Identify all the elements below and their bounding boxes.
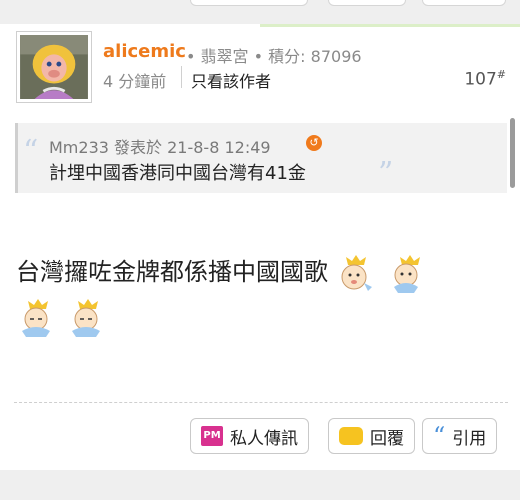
baby-crown-icon	[16, 297, 60, 337]
reply-label: 回覆	[370, 428, 404, 449]
quote-close-icon: ”	[378, 156, 394, 191]
post-content: 台灣攞咗金牌都係播中國國歌	[16, 250, 506, 338]
reply-button[interactable]: 回覆	[328, 418, 415, 454]
prev-reply-button-stub[interactable]	[328, 0, 406, 6]
quote-button[interactable]: “ 引用	[422, 418, 498, 454]
post-text: 台灣攞咗金牌都係播中國國歌	[16, 258, 328, 286]
pm-label: 私人傳訊	[230, 428, 298, 449]
points-value: 87096	[310, 47, 362, 66]
baby-crown-icon	[66, 297, 110, 337]
user-group: 翡翠宮	[200, 47, 249, 66]
header-accent-line	[260, 24, 520, 27]
floor-mark: #	[496, 68, 506, 81]
quote-open-icon: “	[23, 134, 39, 169]
jump-to-post-icon[interactable]: ↺	[306, 135, 322, 151]
avatar[interactable]	[16, 31, 92, 103]
divider	[181, 66, 182, 88]
floor-value: 107	[464, 69, 497, 90]
quote-label: 引用	[452, 428, 487, 449]
pm-icon: PM	[201, 426, 223, 446]
private-message-button[interactable]: PM 私人傳訊	[190, 418, 309, 454]
post-time: 4 分鐘前	[103, 72, 167, 91]
avatar-image	[20, 35, 88, 99]
prev-pm-button-stub[interactable]	[190, 0, 308, 6]
baby-crown-icon	[334, 253, 378, 293]
content-divider	[14, 402, 508, 403]
user-meta: • 翡翠宮 • 積分: 87096	[186, 47, 362, 66]
points-label: 積分:	[268, 47, 306, 66]
only-author-link[interactable]: 只看該作者	[191, 68, 271, 92]
quote-icon: “	[433, 422, 446, 450]
scrollbar[interactable]	[510, 118, 515, 188]
previous-post-footer	[0, 0, 520, 24]
prev-quote-button-stub[interactable]	[422, 0, 506, 6]
floor-number: 107#	[464, 68, 506, 90]
baby-crown-icon	[384, 253, 428, 293]
next-post-separator	[0, 470, 520, 500]
quote-block: “ Mm233 發表於 21-8-8 12:49 ↺ 計埋中國香港同中國台灣有4…	[15, 123, 507, 193]
username-link[interactable]: alicemic	[103, 41, 186, 62]
speech-bubble-icon	[339, 427, 363, 445]
quote-author-line: Mm233 發表於 21-8-8 12:49	[49, 138, 271, 157]
quote-text: 計埋中國香港同中國台灣有41金	[49, 163, 306, 184]
